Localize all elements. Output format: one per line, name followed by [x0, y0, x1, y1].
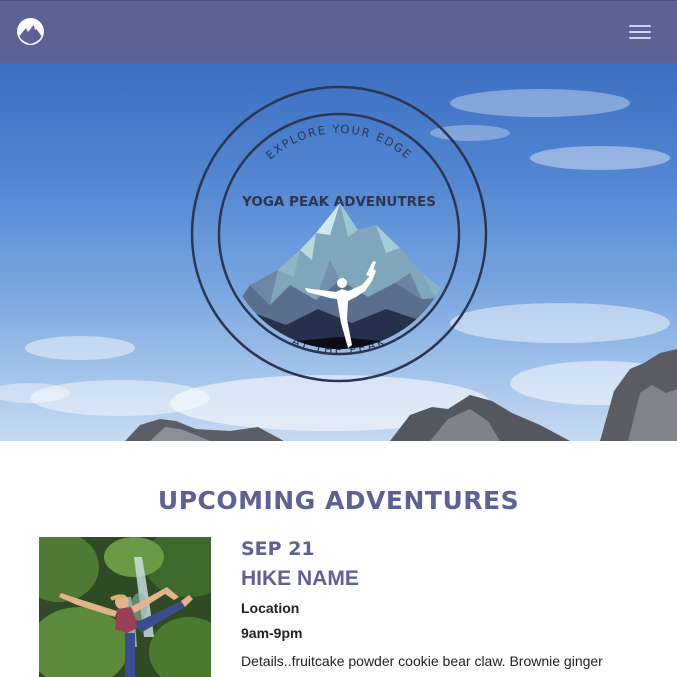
event-details: Details..fruitcake powder cookie bear cl… — [241, 653, 603, 669]
event-date: SEP 21 — [241, 538, 315, 560]
hero-banner: EXPLORE YOUR EDGE AT THE PEAK YOGA PEAK … — [0, 63, 677, 441]
hamburger-menu-icon[interactable] — [623, 17, 657, 47]
hamburger-bar — [629, 31, 651, 33]
hamburger-bar — [629, 25, 651, 27]
svg-text:EXPLORE YOUR EDGE: EXPLORE YOUR EDGE — [263, 122, 415, 162]
badge-top-text: EXPLORE YOUR EDGE — [263, 122, 413, 162]
event-time: 9am-9pm — [241, 625, 303, 641]
yoga-peak-badge-logo: EXPLORE YOUR EDGE AT THE PEAK YOGA PEAK … — [190, 85, 488, 383]
mountain-circle-logo-icon[interactable] — [16, 17, 45, 46]
yoga-waterfall-photo — [39, 537, 211, 677]
navbar — [0, 0, 677, 63]
event-name[interactable]: HIKE NAME — [241, 567, 359, 591]
event-location: Location — [241, 600, 300, 616]
event-photo[interactable] — [39, 537, 211, 677]
upcoming-adventures-heading: UPCOMING ADVENTURES — [157, 486, 520, 515]
hamburger-bar — [629, 37, 651, 39]
